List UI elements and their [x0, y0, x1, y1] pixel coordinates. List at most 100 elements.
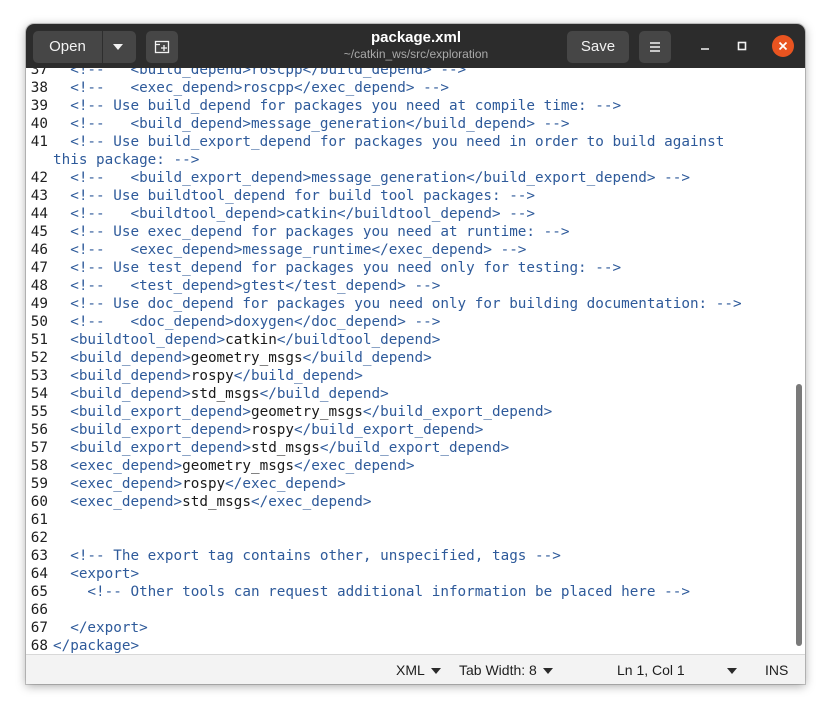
xml-markup: </build_export_depend> — [294, 422, 484, 438]
xml-markup: <!-- The export tag contains other, unsp… — [53, 548, 561, 564]
line-number: 39 — [30, 98, 48, 114]
xml-text: geometry_msgs — [182, 458, 295, 474]
language-selector[interactable]: XML — [396, 655, 441, 684]
new-document-button[interactable] — [146, 31, 178, 63]
code-text: <build_export_depend>std_msgs</build_exp… — [53, 439, 509, 457]
line-number: 68 — [30, 638, 48, 654]
chevron-down-icon — [726, 668, 737, 675]
code-line: 53 <build_depend>rospy</build_depend> — [26, 367, 794, 385]
line-number: 55 — [30, 404, 48, 420]
header-bar: Open package.xml ~/catkin_ws/src/explora… — [26, 24, 805, 68]
xml-text: std_msgs — [182, 494, 251, 510]
code-line: 38 <!-- <exec_depend>roscpp</exec_depend… — [26, 79, 794, 97]
line-number: 43 — [30, 188, 48, 204]
code-text: <!-- Use test_depend for packages you ne… — [53, 259, 621, 277]
minimize-button[interactable] — [695, 36, 715, 56]
code-line: 41 <!-- Use build_export_depend for pack… — [26, 133, 794, 151]
xml-markup: <!-- <build_depend>roscpp</build_depend>… — [53, 68, 467, 78]
chevron-down-icon — [430, 668, 441, 675]
code-text: <!-- <test_depend>gtest</test_depend> --… — [53, 277, 440, 295]
code-text: <!-- <build_depend>roscpp</build_depend>… — [53, 68, 466, 79]
xml-text: rospy — [250, 422, 295, 438]
line-number: 52 — [30, 350, 48, 366]
code-line: 56 <build_export_depend>rospy</build_exp… — [26, 421, 794, 439]
xml-markup: <!-- Use test_depend for packages you ne… — [53, 260, 622, 276]
code-text: <!-- Use exec_depend for packages you ne… — [53, 223, 569, 241]
code-text: <export> — [53, 565, 139, 583]
code-text: <!-- The export tag contains other, unsp… — [53, 547, 561, 565]
xml-markup: <!-- Use exec_depend for packages you ne… — [53, 224, 570, 240]
xml-markup: <exec_depend> — [53, 458, 183, 474]
code-line-wrap: this package: --> — [53, 152, 200, 168]
cursor-position-selector[interactable]: Ln 1, Col 1 — [617, 655, 737, 684]
code-line: 62 — [26, 529, 794, 547]
xml-text: geometry_msgs — [190, 350, 303, 366]
code-line: 63 <!-- The export tag contains other, u… — [26, 547, 794, 565]
xml-text: catkin — [225, 332, 277, 348]
code-line: 39 <!-- Use build_depend for packages yo… — [26, 97, 794, 115]
line-number: 67 — [30, 620, 48, 636]
xml-markup: <!-- <exec_depend>roscpp</exec_depend> -… — [53, 80, 449, 96]
line-number: 66 — [30, 602, 48, 618]
title-block: package.xml ~/catkin_ws/src/exploration — [286, 29, 546, 62]
insert-mode-indicator[interactable]: INS — [765, 655, 788, 684]
xml-markup: </package> — [53, 638, 140, 654]
xml-markup: </buildtool_depend> — [276, 332, 441, 348]
code-text: </package> — [53, 637, 139, 654]
code-line: 68 </package> — [26, 637, 794, 654]
code-text: <!-- Use buildtool_depend for build tool… — [53, 187, 535, 205]
minimize-icon — [701, 48, 709, 50]
scrollbar-thumb[interactable] — [796, 384, 802, 646]
maximize-icon — [737, 41, 747, 51]
code-line: 52 <build_depend>geometry_msgs</build_de… — [26, 349, 794, 367]
maximize-button[interactable] — [732, 36, 752, 56]
code-line: 47 <!-- Use test_depend for packages you… — [26, 259, 794, 277]
xml-markup: <!-- <build_export_depend>message_genera… — [53, 170, 690, 186]
open-button[interactable]: Open — [33, 31, 136, 63]
window-subtitle: ~/catkin_ws/src/exploration — [343, 47, 489, 61]
language-label: XML — [396, 662, 425, 678]
window-title: package.xml — [370, 29, 462, 46]
text-editor[interactable]: 37 <!-- <build_depend>roscpp</build_depe… — [26, 68, 805, 654]
code-line: 59 <exec_depend>rospy</exec_depend> — [26, 475, 794, 493]
line-number: 58 — [30, 458, 48, 474]
vertical-scrollbar[interactable] — [794, 68, 805, 654]
xml-markup: <!-- <doc_depend>doxygen</doc_depend> --… — [53, 314, 441, 330]
code-line: 43 <!-- Use buildtool_depend for build t… — [26, 187, 794, 205]
xml-markup: <build_depend> — [53, 350, 191, 366]
save-button[interactable]: Save — [567, 31, 629, 63]
xml-text: geometry_msgs — [250, 404, 363, 420]
xml-markup: <build_export_depend> — [53, 422, 251, 438]
line-number: 63 — [30, 548, 48, 564]
code-line: 45 <!-- Use exec_depend for packages you… — [26, 223, 794, 241]
menu-button[interactable] — [639, 31, 671, 63]
xml-markup: </exec_depend> — [251, 494, 372, 510]
xml-markup: <build_export_depend> — [53, 404, 251, 420]
code-text: <exec_depend>rospy</exec_depend> — [53, 475, 345, 493]
line-number: 44 — [30, 206, 48, 222]
line-number: 46 — [30, 242, 48, 258]
code-line: 57 <build_export_depend>std_msgs</build_… — [26, 439, 794, 457]
chevron-down-icon[interactable] — [113, 44, 123, 50]
code-line: 64 <export> — [26, 565, 794, 583]
code-text: <build_depend>rospy</build_depend> — [53, 367, 363, 385]
code-line: 37 <!-- <build_depend>roscpp</build_depe… — [26, 68, 794, 79]
line-number: 37 — [30, 68, 48, 78]
line-number: 59 — [30, 476, 48, 492]
code-text: <exec_depend>geometry_msgs</exec_depend> — [53, 457, 414, 475]
xml-markup: </build_depend> — [233, 368, 363, 384]
xml-markup: <!-- Other tools can request additional … — [53, 584, 690, 600]
xml-markup: <!-- Use build_export_depend for package… — [53, 134, 725, 150]
code-lines: 37 <!-- <build_depend>roscpp</build_depe… — [26, 68, 794, 654]
code-text: <!-- Other tools can request additional … — [53, 583, 690, 601]
tab-width-selector[interactable]: Tab Width: 8 — [459, 655, 553, 684]
xml-markup: <build_depend> — [53, 368, 191, 384]
close-button[interactable] — [772, 35, 794, 57]
line-number: 57 — [30, 440, 48, 456]
xml-markup: <!-- <exec_depend>message_runtime</exec_… — [53, 242, 527, 258]
code-line: 50 <!-- <doc_depend>doxygen</doc_depend>… — [26, 313, 794, 331]
line-number: 38 — [30, 80, 48, 96]
code-line: 49 <!-- Use doc_depend for packages you … — [26, 295, 794, 313]
code-text: <!-- <exec_depend>message_runtime</exec_… — [53, 241, 526, 259]
line-number: 53 — [30, 368, 48, 384]
